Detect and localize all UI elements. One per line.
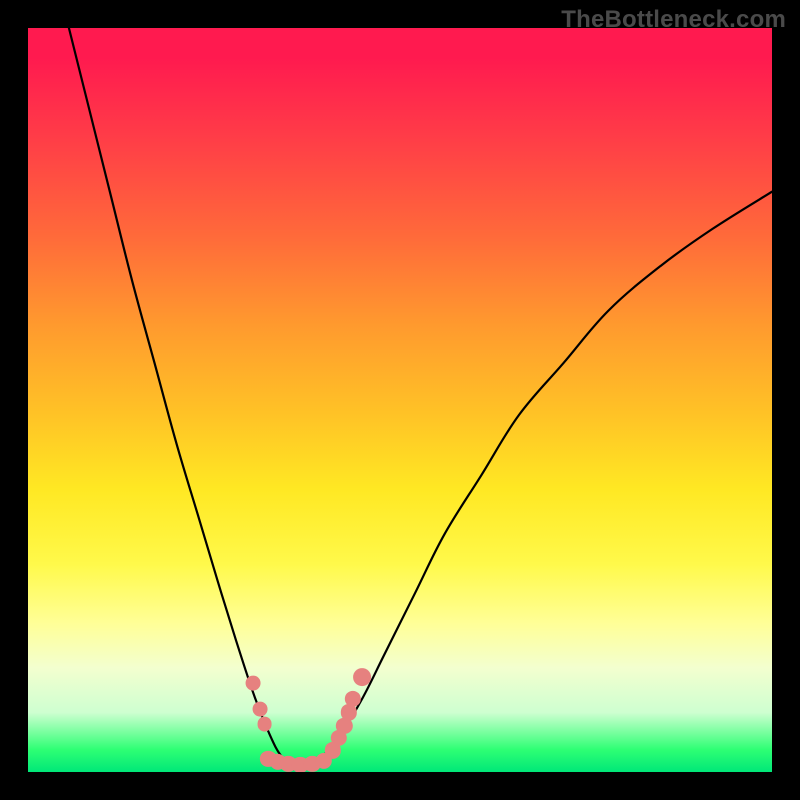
plot-area bbox=[28, 28, 772, 772]
data-markers bbox=[28, 28, 772, 772]
chart-frame: TheBottleneck.com bbox=[0, 0, 800, 800]
data-marker bbox=[257, 716, 272, 731]
data-marker bbox=[353, 668, 371, 686]
data-marker bbox=[253, 701, 268, 716]
data-marker bbox=[345, 691, 361, 707]
watermark-text: TheBottleneck.com bbox=[561, 6, 786, 34]
data-marker bbox=[245, 675, 260, 690]
